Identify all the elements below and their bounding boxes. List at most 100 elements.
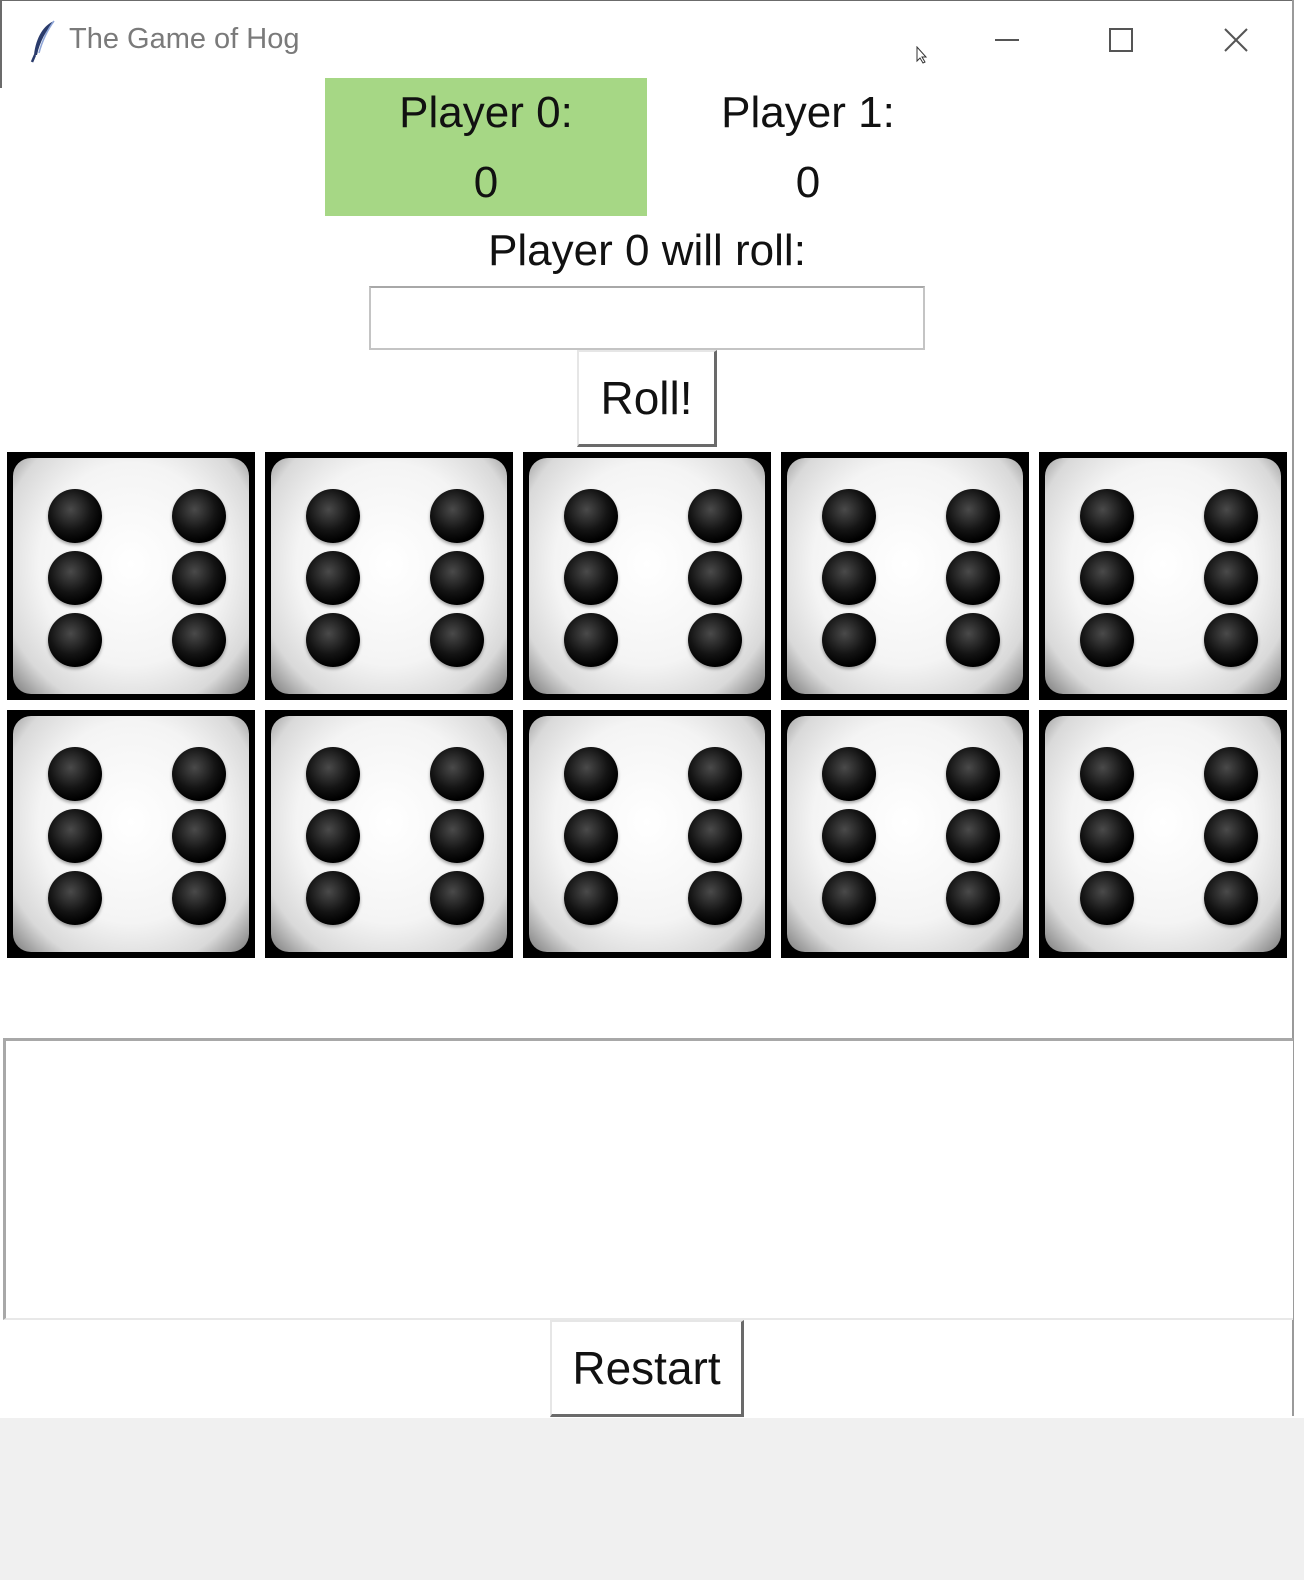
die-pip (48, 613, 102, 667)
roll-button[interactable]: Roll! (577, 350, 717, 447)
die-pip (430, 747, 484, 801)
die-pip (1080, 489, 1134, 543)
die-pip (172, 871, 226, 925)
die-pip (430, 551, 484, 605)
player-0-score-panel: Player 0: 0 (325, 78, 647, 216)
die-pip (430, 871, 484, 925)
die-pip (822, 489, 876, 543)
die-pip (306, 613, 360, 667)
die-pip (1204, 551, 1258, 605)
die-6 (265, 710, 513, 958)
die-pip (1080, 871, 1134, 925)
die-pip (688, 809, 742, 863)
die-face (787, 716, 1023, 952)
die-pip (688, 871, 742, 925)
die-pip (688, 489, 742, 543)
close-button[interactable] (1206, 15, 1266, 65)
die-pip (688, 551, 742, 605)
die-pip (564, 489, 618, 543)
maximize-icon (1109, 28, 1133, 52)
window-title: The Game of Hog (69, 23, 300, 55)
die-pip (430, 489, 484, 543)
die-pip (1204, 489, 1258, 543)
die-9 (1039, 710, 1287, 958)
die-pip (946, 551, 1000, 605)
player-1-label: Player 1: (721, 88, 895, 137)
restart-button[interactable]: Restart (550, 1320, 744, 1417)
die-pip (172, 551, 226, 605)
player-1-score-panel: Player 1: 0 (647, 78, 969, 216)
die-4 (1039, 452, 1287, 700)
die-pip (306, 551, 360, 605)
die-pip (946, 809, 1000, 863)
die-pip (564, 551, 618, 605)
die-face (1045, 458, 1281, 694)
title-bar: The Game of Hog (0, 0, 1294, 88)
die-pip (822, 871, 876, 925)
die-face (529, 458, 765, 694)
minimize-button[interactable] (977, 15, 1037, 65)
die-face (529, 716, 765, 952)
die-pip (48, 809, 102, 863)
die-8 (781, 710, 1029, 958)
die-5 (7, 710, 255, 958)
die-pip (1204, 809, 1258, 863)
die-pip (822, 613, 876, 667)
close-icon (1224, 28, 1248, 52)
die-pip (946, 871, 1000, 925)
die-pip (688, 613, 742, 667)
die-pip (430, 809, 484, 863)
die-pip (1080, 809, 1134, 863)
die-pip (172, 747, 226, 801)
roll-prompt: Player 0 will roll: (488, 226, 806, 275)
die-pip (564, 613, 618, 667)
dice-count-input[interactable] (369, 286, 925, 350)
die-pip (822, 809, 876, 863)
die-pip (1204, 747, 1258, 801)
die-1 (265, 452, 513, 700)
die-pip (946, 747, 1000, 801)
die-pip (48, 871, 102, 925)
die-7 (523, 710, 771, 958)
die-pip (822, 747, 876, 801)
die-0 (7, 452, 255, 700)
die-pip (306, 747, 360, 801)
die-pip (306, 871, 360, 925)
die-pip (1204, 613, 1258, 667)
die-pip (48, 489, 102, 543)
die-pip (1080, 747, 1134, 801)
die-pip (306, 489, 360, 543)
maximize-button[interactable] (1091, 15, 1151, 65)
game-output-area (3, 1038, 1293, 1320)
die-face (271, 458, 507, 694)
player-0-score: 0 (473, 158, 499, 207)
feather-icon (30, 20, 55, 63)
die-pip (564, 871, 618, 925)
minimize-icon (995, 39, 1019, 41)
die-pip (48, 551, 102, 605)
die-pip (1204, 871, 1258, 925)
die-pip (306, 809, 360, 863)
die-face (13, 716, 249, 952)
die-pip (564, 809, 618, 863)
die-pip (1080, 551, 1134, 605)
die-pip (946, 613, 1000, 667)
die-pip (48, 747, 102, 801)
die-pip (1080, 613, 1134, 667)
die-face (271, 716, 507, 952)
die-pip (564, 747, 618, 801)
die-pip (822, 551, 876, 605)
die-face (13, 458, 249, 694)
player-0-label: Player 0: (399, 88, 573, 137)
player-1-score: 0 (795, 158, 821, 207)
die-face (1045, 716, 1281, 952)
window-footer (0, 1418, 1304, 1580)
mouse-cursor-icon (916, 46, 928, 64)
die-pip (430, 613, 484, 667)
die-face (787, 458, 1023, 694)
die-2 (523, 452, 771, 700)
die-3 (781, 452, 1029, 700)
die-pip (172, 489, 226, 543)
die-pip (688, 747, 742, 801)
die-pip (172, 613, 226, 667)
